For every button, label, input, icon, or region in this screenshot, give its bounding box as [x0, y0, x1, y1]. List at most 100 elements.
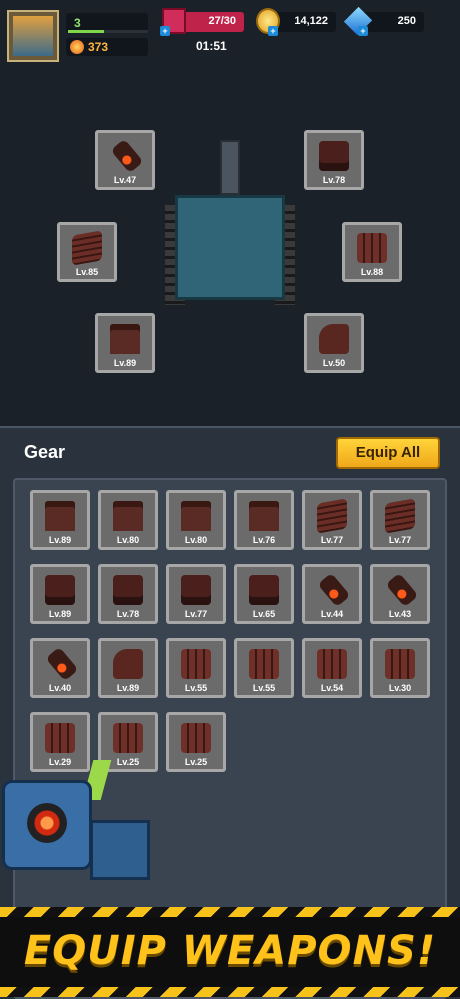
robot-icon	[319, 141, 349, 171]
item-level: Lv.77	[320, 535, 344, 545]
cannon-icon	[385, 572, 419, 608]
gems-display[interactable]: + 250	[343, 6, 424, 36]
gear-item[interactable]: Lv.89	[98, 638, 158, 698]
robot-icon	[45, 575, 75, 605]
turret-icon	[113, 501, 143, 531]
cannon-icon	[110, 138, 144, 174]
tank-barrel	[220, 140, 240, 195]
gear-item[interactable]: Lv.77	[302, 490, 362, 550]
gear-item[interactable]: Lv.80	[98, 490, 158, 550]
item-level: Lv.89	[116, 683, 140, 693]
item-level: Lv.89	[48, 535, 72, 545]
item-level: Lv.55	[184, 683, 208, 693]
gear-item[interactable]: Lv.76	[234, 490, 294, 550]
item-level: Lv.25	[184, 757, 208, 767]
add-gems-icon[interactable]: +	[358, 26, 368, 36]
hazard-stripe-bottom	[0, 987, 460, 997]
gear-item[interactable]: Lv.77	[166, 564, 226, 624]
item-level: Lv.89	[48, 609, 72, 619]
tank-body	[175, 195, 285, 300]
turret-icon	[181, 501, 211, 531]
armor-icon	[357, 233, 387, 263]
tread-icon	[317, 498, 347, 534]
gear-item[interactable]: Lv.55	[166, 638, 226, 698]
turret-icon	[45, 501, 75, 531]
equipped-slot-top-right[interactable]: Lv.78	[304, 130, 364, 190]
item-level: Lv.43	[388, 609, 412, 619]
gear-item[interactable]: Lv.30	[370, 638, 430, 698]
robot-icon	[181, 575, 211, 605]
gear-item[interactable]: Lv.25	[166, 712, 226, 772]
armor-icon	[385, 649, 415, 679]
gear-item[interactable]: Lv.89	[30, 490, 90, 550]
slot-level: Lv.50	[322, 358, 346, 368]
item-level: Lv.76	[252, 535, 276, 545]
turret-icon	[249, 501, 279, 531]
power-display: 373	[66, 38, 148, 56]
slot-level: Lv.88	[360, 267, 384, 277]
gear-item[interactable]: Lv.89	[30, 564, 90, 624]
item-level: Lv.65	[252, 609, 276, 619]
item-level: Lv.44	[320, 609, 344, 619]
add-energy-icon[interactable]: +	[160, 26, 170, 36]
equipped-slot-top-left[interactable]: Lv.47	[95, 130, 155, 190]
gear-item[interactable]: Lv.40	[30, 638, 90, 698]
equipped-slot-bottom-left[interactable]: Lv.89	[95, 313, 155, 373]
cannon-icon	[317, 572, 351, 608]
hazard-stripe-top	[0, 907, 460, 917]
armor-icon	[45, 723, 75, 753]
item-level: Lv.77	[388, 535, 412, 545]
item-level: Lv.80	[116, 535, 140, 545]
tank-preview	[165, 140, 295, 310]
slot-level: Lv.85	[75, 267, 99, 277]
armor-icon	[181, 649, 211, 679]
gear-item[interactable]: Lv.80	[166, 490, 226, 550]
gear-item[interactable]: Lv.54	[302, 638, 362, 698]
tread-icon	[385, 498, 415, 534]
armor-icon	[181, 723, 211, 753]
item-level: Lv.77	[184, 609, 208, 619]
item-level: Lv.40	[48, 683, 72, 693]
power-icon	[70, 40, 84, 54]
coins-display[interactable]: + 14,122	[256, 8, 336, 36]
avatar-image	[13, 16, 53, 56]
equipped-slot-mid-left[interactable]: Lv.85	[57, 222, 117, 282]
gear-item[interactable]: Lv.78	[98, 564, 158, 624]
item-level: Lv.30	[388, 683, 412, 693]
gear-item[interactable]: Lv.65	[234, 564, 294, 624]
equipped-slot-bottom-right[interactable]: Lv.50	[304, 313, 364, 373]
energy-display[interactable]: + 27/30	[160, 8, 244, 36]
item-level: Lv.80	[184, 535, 208, 545]
plate-icon	[113, 649, 143, 679]
equipped-slot-mid-right[interactable]: Lv.88	[342, 222, 402, 282]
armor-icon	[249, 649, 279, 679]
level-progress-fill	[68, 30, 104, 33]
level-value: 3	[74, 16, 81, 30]
slot-level: Lv.78	[322, 175, 346, 185]
gear-item[interactable]: Lv.43	[370, 564, 430, 624]
gear-item[interactable]: Lv.55	[234, 638, 294, 698]
slot-level: Lv.89	[113, 358, 137, 368]
cannon-icon	[45, 646, 79, 682]
robot-icon	[249, 575, 279, 605]
mascot-eye-icon	[27, 803, 67, 843]
slot-level: Lv.47	[113, 175, 137, 185]
energy-timer: 01:51	[196, 39, 227, 53]
gear-item[interactable]: Lv.44	[302, 564, 362, 624]
top-bar: 3 373 + 27/30 + 14,122 + 250 01:51	[0, 0, 460, 62]
mascot-robot	[0, 760, 150, 912]
coins-value: 14,122	[294, 15, 328, 27]
gear-title: Gear	[24, 442, 66, 462]
promo-banner: EQUIP WEAPONS!	[0, 917, 460, 987]
energy-value: 27/30	[208, 15, 236, 27]
player-avatar[interactable]	[7, 10, 59, 62]
plate-icon	[319, 324, 349, 354]
gear-item[interactable]: Lv.77	[370, 490, 430, 550]
tread-icon	[72, 230, 102, 266]
banner-text: EQUIP WEAPONS!	[23, 928, 437, 974]
armor-icon	[317, 649, 347, 679]
equip-all-button[interactable]: Equip All	[336, 437, 440, 469]
robot-icon	[113, 575, 143, 605]
item-level: Lv.78	[116, 609, 140, 619]
add-coins-icon[interactable]: +	[268, 26, 278, 36]
